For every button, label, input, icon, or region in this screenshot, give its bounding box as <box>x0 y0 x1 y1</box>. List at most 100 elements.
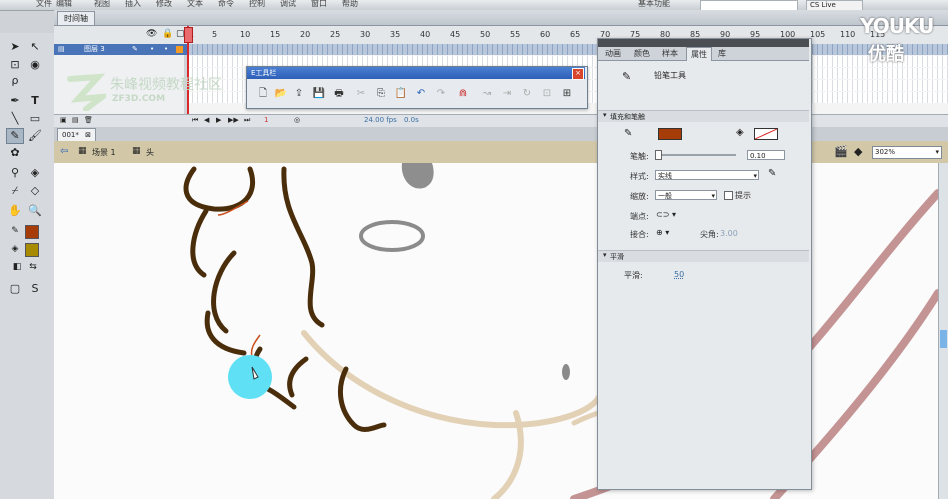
style-select[interactable]: 实线 ▾ <box>655 170 759 180</box>
rectangle-tool-icon[interactable]: ▭ <box>26 111 44 127</box>
elapsed-time-value[interactable]: 0.0s <box>404 116 419 124</box>
tab-timeline[interactable]: 时间轴 <box>57 11 95 25</box>
hint-checkbox[interactable] <box>724 191 733 200</box>
next-frame-icon[interactable]: ▶▶ <box>228 116 239 124</box>
copy-icon[interactable]: ⎘ <box>374 87 388 101</box>
prev-frame-icon[interactable]: ◀ <box>204 116 209 124</box>
line-tool-icon[interactable]: ╲ <box>6 111 24 127</box>
scrollbar-thumb[interactable] <box>940 330 947 348</box>
menu-debug[interactable]: 调试 <box>280 0 296 9</box>
eraser-tool-icon[interactable]: ◇ <box>26 183 44 199</box>
edit-scene-icon[interactable]: 🎬 <box>834 145 848 158</box>
smoothing-value[interactable]: 50 <box>674 270 684 279</box>
fill-color-swatch[interactable] <box>754 128 778 140</box>
close-tab-icon[interactable]: ⊠ <box>85 131 91 139</box>
layer-outline-swatch[interactable] <box>176 46 183 53</box>
cut-icon[interactable]: ✂ <box>354 87 368 101</box>
zoom-tool-icon[interactable]: 🔍 <box>26 203 44 219</box>
edit-toolbar-title[interactable]: E工具栏 <box>247 67 585 79</box>
hand-tool-icon[interactable]: ✋ <box>6 203 24 219</box>
play-icon[interactable]: ▶ <box>216 116 221 124</box>
stroke-color-swatch[interactable] <box>658 128 682 140</box>
edit-stroke-style-icon[interactable]: ✎ <box>768 168 776 179</box>
stroke-color-swatch[interactable] <box>25 225 39 239</box>
layer-visible-dot[interactable]: • <box>150 44 154 55</box>
snap-magnet-icon[interactable]: ⋒ <box>456 87 470 101</box>
menu-control[interactable]: 控制 <box>249 0 265 9</box>
free-transform-tool-icon[interactable]: ⊡ <box>6 57 24 73</box>
playhead-handle[interactable] <box>184 27 193 43</box>
new-file-icon[interactable]: 🗋 <box>256 87 270 101</box>
layer-row-selected[interactable]: ▤ 图层 3 ✎ • • <box>54 44 188 55</box>
new-layer-icon[interactable]: ▣ <box>60 116 67 124</box>
print-icon[interactable]: 🖶 <box>332 87 346 101</box>
menu-edit[interactable]: 编辑 <box>56 0 72 9</box>
straighten-icon[interactable]: ⇥ <box>500 87 514 101</box>
paint-bucket-tool-icon[interactable]: ◈ <box>26 165 44 181</box>
first-frame-icon[interactable]: ⏮ <box>192 116 198 125</box>
lock-icon[interactable]: 🔒 <box>162 29 173 39</box>
open-file-icon[interactable]: 📂 <box>274 87 288 101</box>
fill-color-swatch[interactable] <box>25 243 39 257</box>
menu-text[interactable]: 文本 <box>187 0 203 9</box>
paste-icon[interactable]: 📋 <box>394 87 408 101</box>
workspace-switcher[interactable]: 基本功能 <box>638 0 670 9</box>
miter-value[interactable]: 3.00 <box>720 229 738 238</box>
layer-lock-dot[interactable]: • <box>164 44 168 55</box>
cap-select[interactable]: ⊂⊃ ▾ <box>656 210 676 219</box>
pen-tool-icon[interactable]: ✒ <box>6 93 24 109</box>
last-frame-icon[interactable]: ⏭ <box>244 116 250 125</box>
save-icon[interactable]: 💾 <box>312 87 326 101</box>
tab-motion[interactable]: 动画 <box>601 47 625 60</box>
tab-color[interactable]: 颜色 <box>630 47 654 60</box>
new-folder-icon[interactable]: ▤ <box>72 116 79 124</box>
redo-icon[interactable]: ↷ <box>434 87 448 101</box>
zoom-select[interactable]: 302% ▾ <box>872 146 942 159</box>
bone-tool-icon[interactable]: ⚲ <box>6 165 24 181</box>
pencil-tool-icon[interactable]: ✎ <box>6 128 24 144</box>
tab-library[interactable]: 库 <box>714 47 730 60</box>
smooth-icon[interactable]: ↝ <box>480 87 494 101</box>
subselection-tool-icon[interactable]: ↖ <box>26 39 44 55</box>
open-cloud-icon[interactable]: ⇪ <box>292 87 306 101</box>
rotate-icon[interactable]: ↻ <box>520 87 534 101</box>
align-icon[interactable]: ⊞ <box>560 87 574 101</box>
section-fill-stroke[interactable]: 填充和笔触 <box>598 110 809 122</box>
scale-icon[interactable]: ⊡ <box>540 87 554 101</box>
close-icon[interactable]: × <box>572 68 584 80</box>
chevron-down-icon[interactable]: ▾ <box>603 251 607 259</box>
swap-colors-icon[interactable]: ⇆ <box>24 259 42 275</box>
brush-tool-icon[interactable]: 🖌 <box>26 128 44 144</box>
lasso-tool-icon[interactable]: ρ <box>6 73 24 89</box>
back-arrow-icon[interactable]: ⇦ <box>60 146 68 157</box>
fps-value[interactable]: 24.00 fps <box>364 116 397 124</box>
3d-rotation-tool-icon[interactable]: ◉ <box>26 57 44 73</box>
object-drawing-icon[interactable]: ▢ <box>6 281 24 297</box>
scale-select[interactable]: 一般 ▾ <box>655 190 717 200</box>
edit-symbol-icon[interactable]: ◆ <box>854 145 862 158</box>
show-hide-icon[interactable]: 👁 <box>146 29 157 39</box>
stroke-width-input[interactable]: 0.10 <box>747 150 785 160</box>
chevron-down-icon[interactable]: ▾ <box>603 111 607 119</box>
menu-window[interactable]: 窗口 <box>311 0 327 9</box>
frame-ruler[interactable]: 1 5 10 15 20 25 30 35 40 45 50 55 60 65 … <box>184 26 944 44</box>
text-tool-icon[interactable]: T <box>26 93 44 109</box>
stroke-slider-track[interactable] <box>656 154 736 156</box>
smooth-option-icon[interactable]: S <box>26 281 44 297</box>
menu-modify[interactable]: 修改 <box>156 0 172 9</box>
frame-row-selected[interactable] <box>188 44 948 55</box>
menu-help[interactable]: 帮助 <box>342 0 358 9</box>
undo-icon[interactable]: ↶ <box>414 87 428 101</box>
delete-layer-icon[interactable]: 🗑 <box>84 116 93 124</box>
join-select[interactable]: ⊕ ▾ <box>656 228 669 237</box>
breadcrumb-scene[interactable]: 场景 1 <box>92 147 116 158</box>
menu-commands[interactable]: 命令 <box>218 0 234 9</box>
section-smoothing[interactable]: 平滑 <box>598 250 809 262</box>
tab-swatches[interactable]: 样本 <box>658 47 682 60</box>
document-tab[interactable]: 001* ⊠ <box>57 128 96 142</box>
deco-tool-icon[interactable]: ✿ <box>6 145 24 161</box>
selection-tool-icon[interactable]: ➤ <box>6 39 24 55</box>
menu-insert[interactable]: 插入 <box>125 0 141 9</box>
breadcrumb-symbol[interactable]: 头 <box>146 147 154 158</box>
panel-grip[interactable] <box>598 39 809 47</box>
